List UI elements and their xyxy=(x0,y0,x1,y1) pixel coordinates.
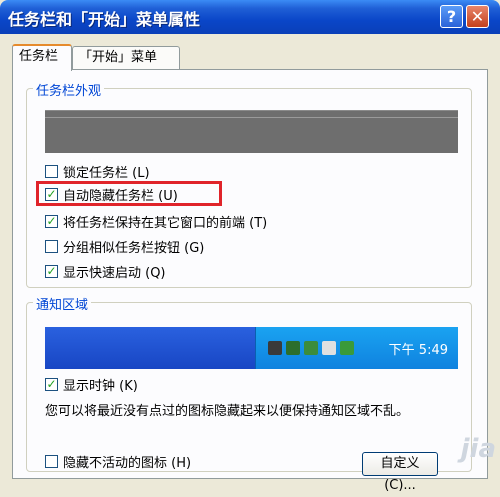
clock-text: 下午 5:49 xyxy=(388,343,448,358)
checkbox-label: 显示快速启动 (Q) xyxy=(63,265,166,281)
notify-group-title: 通知区域 xyxy=(33,294,92,313)
tab-taskbar[interactable]: 任务栏 xyxy=(12,44,72,71)
checkmark-icon: ✓ xyxy=(45,213,58,228)
checkbox-box xyxy=(45,454,58,468)
help-button[interactable]: ? xyxy=(440,5,463,28)
tray-icon xyxy=(304,341,318,355)
tray-icon xyxy=(268,341,282,355)
group-buttons-checkbox[interactable]: 分组相似任务栏按钮 (G) xyxy=(45,237,205,256)
checkbox-label: 显示时钟 (K) xyxy=(63,378,138,394)
tray-icon xyxy=(340,341,354,355)
taskbar-preview-image xyxy=(45,110,458,153)
quick-launch-checkbox[interactable]: ✓ 显示快速启动 (Q) xyxy=(45,262,166,281)
close-button[interactable]: ✕ xyxy=(466,5,489,28)
checkmark-icon: ✓ xyxy=(45,376,58,391)
tray-icon xyxy=(286,341,300,355)
tray-icon xyxy=(322,341,336,355)
checkmark-icon: ✓ xyxy=(45,263,58,278)
notification-preview-image: 下午 5:49 xyxy=(45,327,458,369)
checkbox-label: 锁定任务栏 (L) xyxy=(63,165,150,181)
appearance-group-title: 任务栏外观 xyxy=(33,80,105,99)
customize-button[interactable]: 自定义 (C)... xyxy=(362,452,438,493)
lock-taskbar-checkbox[interactable]: 锁定任务栏 (L) xyxy=(45,162,150,181)
checkbox-label: 分组相似任务栏按钮 (G) xyxy=(63,240,205,256)
keep-on-top-checkbox[interactable]: ✓ 将任务栏保持在其它窗口的前端 (T) xyxy=(45,212,268,231)
tab-start-menu[interactable]: 「开始」菜单 xyxy=(72,46,180,70)
checkbox-box xyxy=(45,239,58,253)
window-title: 任务栏和「开始」菜单属性 xyxy=(8,10,201,29)
show-clock-checkbox[interactable]: ✓ 显示时钟 (K) xyxy=(45,375,138,394)
watermark-logo: jia xyxy=(460,434,496,464)
title-bar: 任务栏和「开始」菜单属性 ? ✕ xyxy=(0,0,500,34)
checkbox-box xyxy=(45,164,58,178)
notify-info-text: 您可以将最近没有点过的图标隐藏起来以便保持通知区域不乱。 xyxy=(45,404,410,419)
checkbox-label: 将任务栏保持在其它窗口的前端 (T) xyxy=(63,215,268,231)
red-highlight-box xyxy=(36,181,222,206)
hide-inactive-icons-checkbox[interactable]: 隐藏不活动的图标 (H) xyxy=(45,452,191,471)
system-tray: 下午 5:49 xyxy=(255,327,458,369)
taskbar-properties-window: 任务栏和「开始」菜单属性 ? ✕ 任务栏 「开始」菜单 任务栏外观 锁定任务栏 … xyxy=(0,0,500,493)
